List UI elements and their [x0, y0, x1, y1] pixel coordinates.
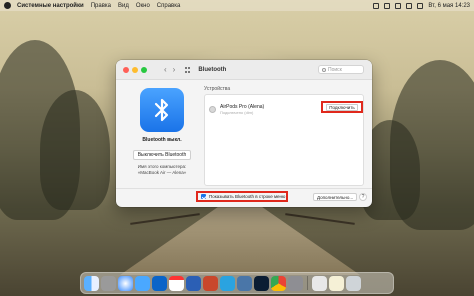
- search-icon[interactable]: [406, 2, 413, 9]
- preview-icon[interactable]: [312, 275, 327, 291]
- menu-help[interactable]: Справка: [157, 3, 181, 9]
- dock: [80, 272, 394, 294]
- menu-view[interactable]: Вид: [118, 3, 129, 9]
- telegram-icon[interactable]: [220, 275, 235, 291]
- calendar-icon[interactable]: [169, 275, 184, 291]
- toggle-bluetooth-button[interactable]: Выключить Bluetooth: [132, 150, 192, 160]
- menu-bar: Системные настройки Правка Вид Окно Спра…: [0, 0, 474, 11]
- powerpoint-icon[interactable]: [203, 275, 218, 291]
- magnifier-icon: [322, 67, 326, 72]
- bluetooth-status-panel: Bluetooth выкл. Выключить Bluetooth Имя …: [124, 88, 200, 175]
- search-placeholder: Поиск: [328, 66, 342, 73]
- device-status: Подключено (dim): [220, 109, 254, 115]
- bluetooth-status-text: Bluetooth выкл.: [142, 137, 182, 143]
- devices-section-label: Устройства: [204, 86, 231, 92]
- vk-icon[interactable]: [237, 275, 252, 291]
- checkbox-checked-icon: [201, 194, 206, 199]
- zoom-button[interactable]: [141, 66, 147, 73]
- status-icon[interactable]: [373, 2, 380, 9]
- menu-edit[interactable]: Правка: [91, 3, 111, 9]
- show-all-grid-icon[interactable]: [185, 66, 193, 73]
- outlook-icon[interactable]: [152, 275, 167, 291]
- wifi-icon[interactable]: [395, 2, 402, 9]
- show-in-menubar-checkbox[interactable]: Показывать Bluetooth в строке меню: [196, 191, 288, 202]
- safari-icon[interactable]: [118, 275, 133, 291]
- devices-list[interactable]: AirPods Pro (Alena) Подключено (dim) Под…: [204, 94, 364, 186]
- menu-window[interactable]: Окно: [136, 3, 150, 9]
- help-button[interactable]: ?: [359, 193, 367, 201]
- battery-icon[interactable]: [384, 2, 391, 9]
- dock-separator: [307, 276, 308, 290]
- minimize-button[interactable]: [132, 66, 138, 73]
- search-field[interactable]: Поиск: [318, 65, 364, 74]
- back-arrow-icon[interactable]: ‹: [164, 65, 167, 74]
- clock[interactable]: Вт, 6 мая 14:23: [428, 3, 470, 9]
- devices-panel: Устройства AirPods Pro (Alena) Подключен…: [204, 86, 364, 186]
- bluetooth-icon: [140, 88, 184, 132]
- advanced-button[interactable]: Дополнительно...: [313, 193, 358, 201]
- device-row[interactable]: AirPods Pro (Alena) Подключено (dim) Под…: [205, 101, 363, 117]
- chrome-icon[interactable]: [271, 275, 286, 291]
- window-titlebar: ‹ › Bluetooth Поиск: [116, 60, 372, 80]
- connect-button[interactable]: Подключить: [321, 101, 363, 113]
- system-preferences-icon[interactable]: [288, 275, 303, 291]
- show-in-menubar-label: Показывать Bluetooth в строке меню: [209, 194, 286, 199]
- apple-menu-icon[interactable]: [4, 2, 11, 9]
- control-center-icon[interactable]: [417, 2, 424, 9]
- finder-icon[interactable]: [84, 275, 99, 291]
- launchpad-icon[interactable]: [101, 275, 116, 291]
- trash-icon[interactable]: [346, 275, 361, 291]
- airpods-icon: [209, 105, 216, 113]
- app-menu[interactable]: Системные настройки: [17, 3, 84, 9]
- close-button[interactable]: [123, 66, 129, 73]
- bluetooth-preferences-window: ‹ › Bluetooth Поиск Bluetooth выкл. Выкл…: [116, 60, 372, 207]
- computer-name-value: «MacBook Air — Alena»: [137, 170, 187, 175]
- forward-arrow-icon[interactable]: ›: [173, 65, 176, 74]
- window-title: Bluetooth: [198, 66, 227, 73]
- notes-icon[interactable]: [329, 275, 344, 291]
- window-footer: Показывать Bluetooth в строке меню Допол…: [116, 188, 372, 207]
- mail-icon[interactable]: [135, 275, 150, 291]
- word-icon[interactable]: [186, 275, 201, 291]
- computer-name-label: Имя этого компьютера:: [137, 164, 187, 169]
- connect-button-label: Подключить: [326, 103, 358, 111]
- photoshop-icon[interactable]: [254, 275, 269, 291]
